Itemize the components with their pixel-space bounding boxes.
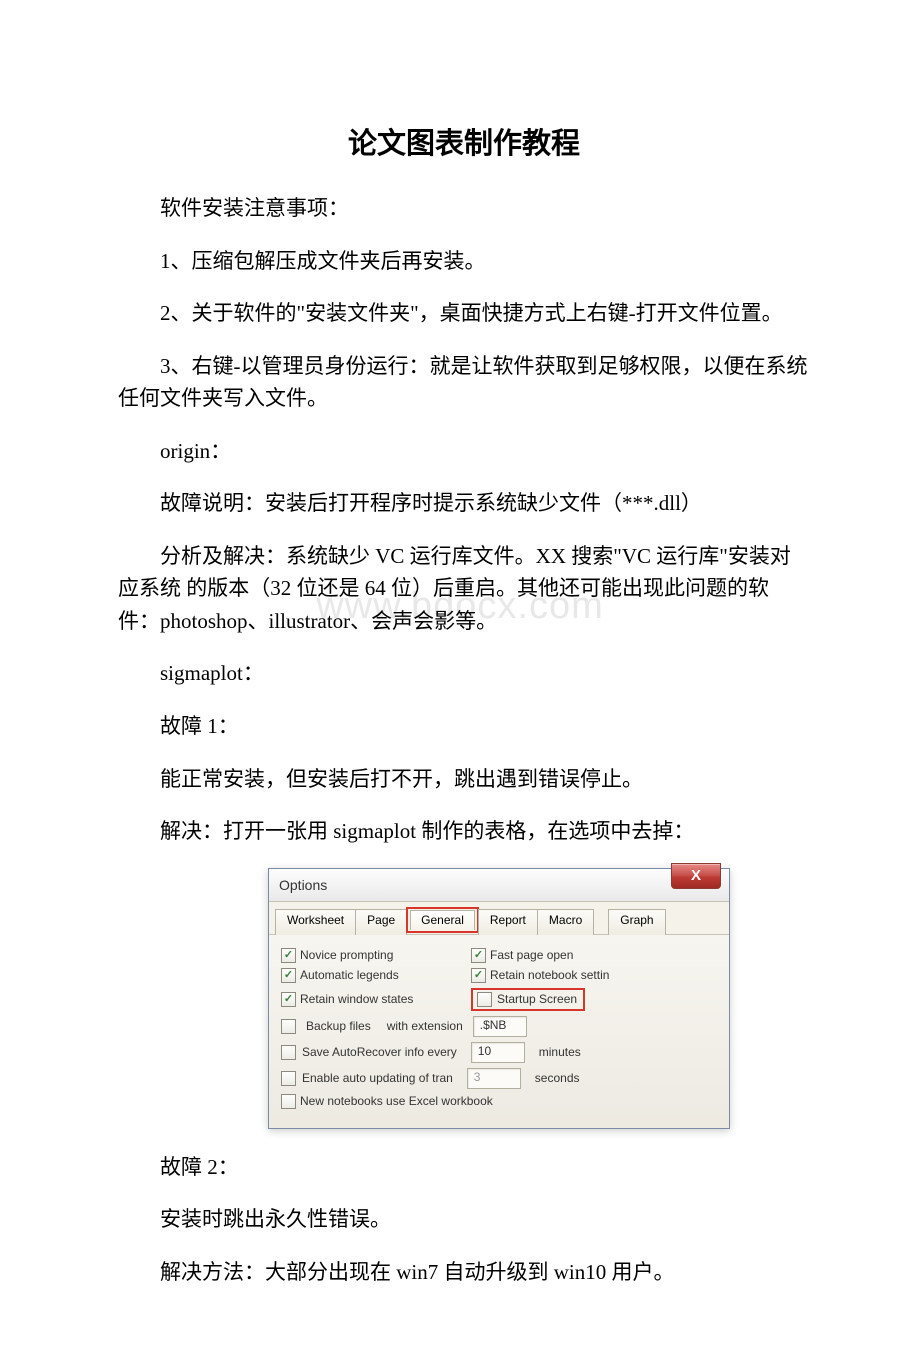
tab-general-highlighted[interactable]: General — [406, 907, 479, 933]
checkbox-legends[interactable] — [281, 968, 296, 983]
dialog-titlebar: Options X — [269, 869, 729, 902]
paragraph-origin-heading: origin： — [118, 435, 810, 468]
paragraph: 故障 2： — [118, 1151, 810, 1184]
tab-graph[interactable]: Graph — [608, 909, 665, 935]
tab-macro[interactable]: Macro — [537, 909, 594, 935]
extension-label: with extension — [387, 1019, 463, 1033]
checkbox-label: Backup files — [306, 1019, 371, 1033]
checkbox-excel[interactable] — [281, 1094, 296, 1109]
paragraph: 能正常安装，但安装后打不开，跳出遇到错误停止。 — [118, 763, 810, 796]
paragraph: 分析及解决：系统缺少 VC 运行库文件。XX 搜索"VC 运行库"安装对应系统 … — [118, 540, 810, 638]
dialog-title: Options — [279, 877, 327, 893]
checkbox-label: New notebooks use Excel workbook — [300, 1094, 493, 1108]
checkbox-startup-screen[interactable] — [477, 992, 492, 1007]
paragraph: 解决方法：大部分出现在 win7 自动升级到 win10 用户。 — [118, 1256, 810, 1289]
checkbox-fast-page[interactable] — [471, 948, 486, 963]
paragraph: 3、右键-以管理员身份运行：就是让软件获取到足够权限，以便在系统任何文件夹写入文… — [118, 350, 810, 415]
checkbox-label: Retain notebook settin — [490, 968, 609, 982]
tab-general-label: General — [410, 910, 475, 930]
checkbox-label: Startup Screen — [497, 992, 577, 1006]
option-row: Retain window states Startup Screen — [281, 988, 717, 1011]
checkbox-label: Save AutoRecover info every — [302, 1045, 457, 1059]
auto-update-value-field[interactable]: 3 — [467, 1068, 521, 1089]
checkbox-label: Retain window states — [300, 992, 413, 1006]
paragraph: 故障 1： — [118, 710, 810, 743]
checkbox-label: Novice prompting — [300, 948, 393, 962]
option-row: New notebooks use Excel workbook — [281, 1094, 717, 1109]
checkbox-novice[interactable] — [281, 948, 296, 963]
tab-worksheet[interactable]: Worksheet — [275, 909, 356, 935]
paragraph: 故障说明：安装后打开程序时提示系统缺少文件（***.dll） — [118, 487, 810, 520]
paragraph: 2、关于软件的"安装文件夹"，桌面快捷方式上右键-打开文件位置。 — [118, 297, 810, 330]
close-icon: X — [691, 867, 701, 884]
checkbox-window-states[interactable] — [281, 992, 296, 1007]
close-button[interactable]: X — [671, 863, 721, 889]
checkbox-label: Fast page open — [490, 948, 573, 962]
checkbox-auto-update[interactable] — [281, 1071, 296, 1086]
options-dialog: Options X Worksheet Page General Report … — [268, 868, 730, 1129]
tab-page[interactable]: Page — [355, 909, 407, 935]
unit-label: seconds — [535, 1071, 580, 1085]
paragraph: 解决：打开一张用 sigmaplot 制作的表格，在选项中去掉： — [118, 815, 810, 848]
tab-spacer — [593, 909, 609, 935]
checkbox-backup[interactable] — [281, 1019, 296, 1034]
checkbox-autorecover[interactable] — [281, 1045, 296, 1060]
option-row: Save AutoRecover info every 10 minutes — [281, 1042, 717, 1063]
paragraph: 软件安装注意事项： — [118, 192, 810, 225]
option-row: Backup files with extension .$NB — [281, 1016, 717, 1037]
option-row: Novice prompting Fast page open — [281, 948, 717, 963]
backup-extension-field[interactable]: .$NB — [473, 1016, 527, 1037]
checkbox-label: Automatic legends — [300, 968, 399, 982]
unit-label: minutes — [539, 1045, 581, 1059]
document-title: 论文图表制作教程 — [118, 120, 810, 162]
paragraph: 1、压缩包解压成文件夹后再安装。 — [118, 245, 810, 278]
startup-highlight: Startup Screen — [471, 988, 585, 1011]
tab-strip: Worksheet Page General Report Macro Grap… — [269, 902, 729, 935]
checkbox-retain-notebook[interactable] — [471, 968, 486, 983]
dialog-body: Novice prompting Fast page open Automati… — [269, 935, 729, 1128]
option-row: Automatic legends Retain notebook settin — [281, 968, 717, 983]
checkbox-label: Enable auto updating of tran — [302, 1071, 453, 1085]
option-row: Enable auto updating of tran 3 seconds — [281, 1068, 717, 1089]
autorecover-value-field[interactable]: 10 — [471, 1042, 525, 1063]
tab-report[interactable]: Report — [478, 909, 538, 935]
paragraph-sigmaplot-heading: sigmaplot： — [118, 657, 810, 690]
paragraph: 安装时跳出永久性错误。 — [118, 1203, 810, 1236]
